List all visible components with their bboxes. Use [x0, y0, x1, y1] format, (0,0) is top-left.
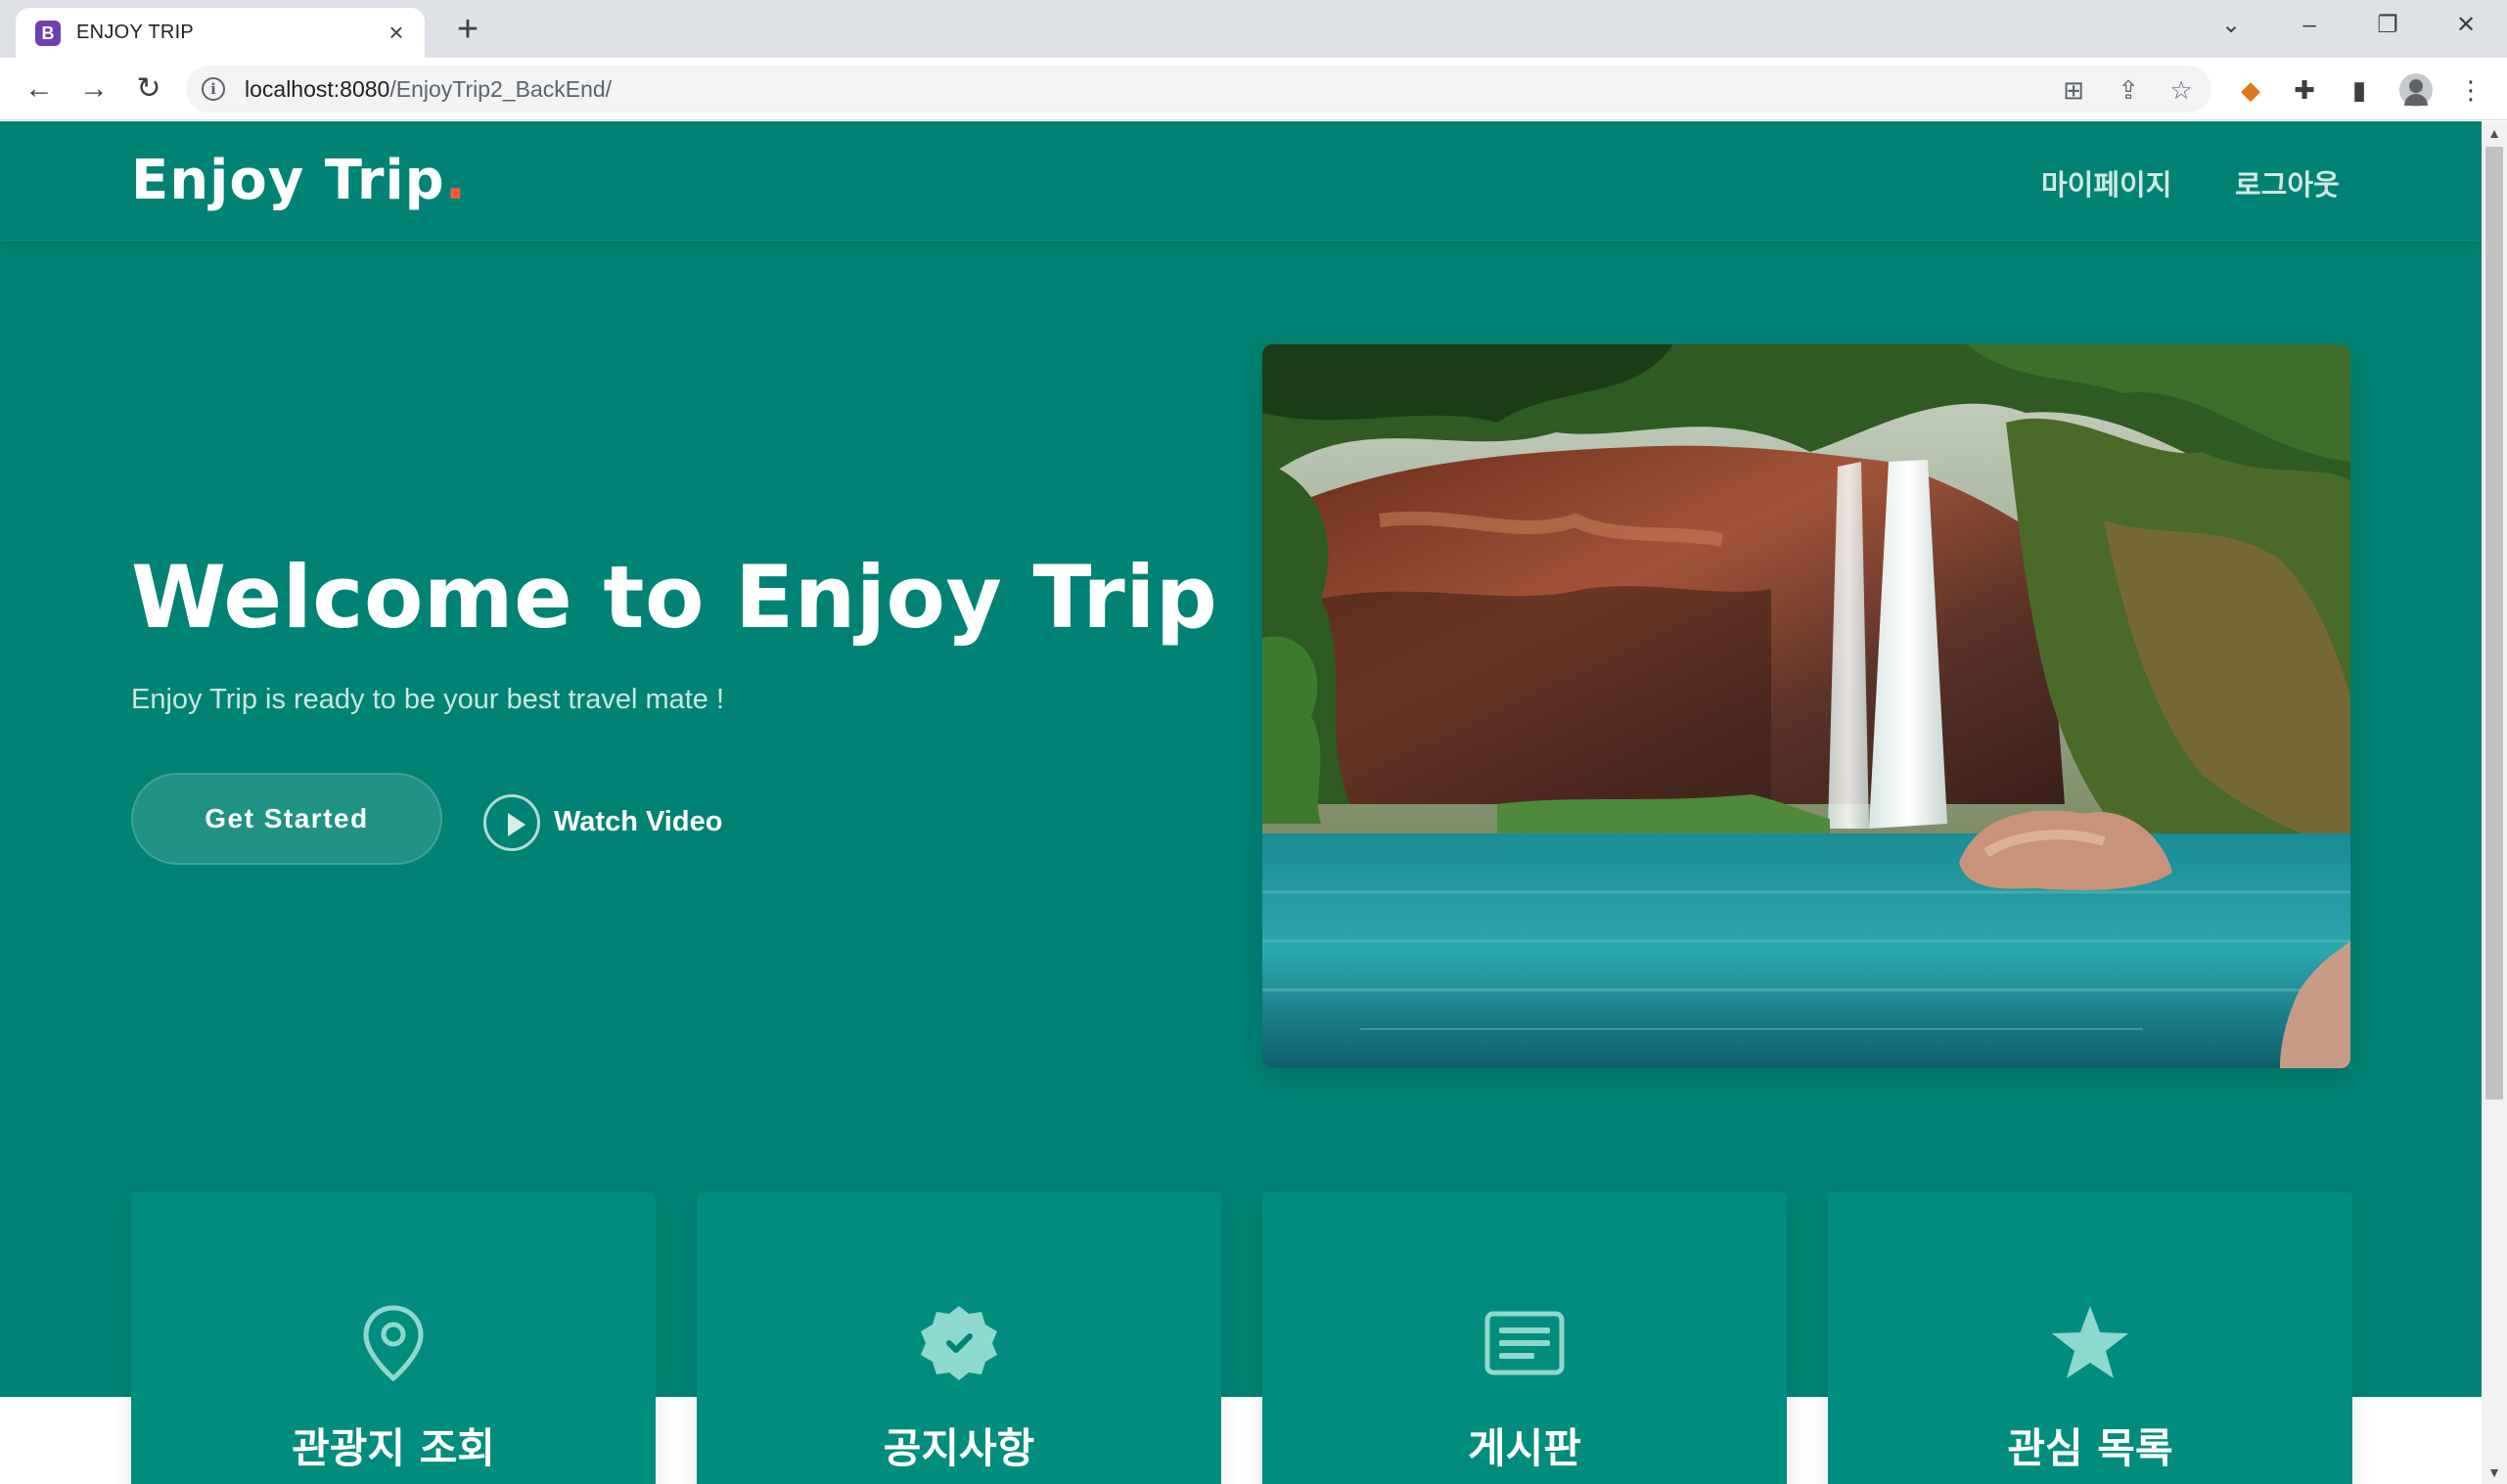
scroll-up-icon[interactable]: ▲: [2482, 121, 2507, 145]
page-viewport: Enjoy Trip. 마이페이지 로그아웃 Welcome to Enjoy …: [0, 121, 2482, 1484]
tab-title: ENJOY TRIP: [76, 22, 195, 43]
tab-search-chevron-icon[interactable]: ⌄: [2202, 4, 2260, 47]
back-arrow-icon[interactable]: ←: [20, 69, 59, 109]
board-icon: [1484, 1311, 1565, 1375]
card-favorites[interactable]: 관심 목록: [1828, 1192, 2352, 1484]
site-logo[interactable]: Enjoy Trip.: [131, 149, 467, 212]
hero-title: Welcome to Enjoy Trip: [131, 547, 1218, 648]
site-info-icon[interactable]: i: [202, 77, 225, 101]
share-icon[interactable]: ⇪: [2112, 73, 2145, 107]
card-title: 게시판: [1468, 1424, 1581, 1472]
card-notice[interactable]: 공지사항: [697, 1192, 1221, 1484]
scroll-thumb[interactable]: [2485, 147, 2503, 1100]
verified-badge-icon: [921, 1306, 997, 1380]
card-title: 공지사항: [883, 1424, 1035, 1472]
side-panel-icon[interactable]: ▮: [2343, 73, 2376, 107]
forward-arrow-icon[interactable]: →: [74, 69, 114, 109]
nav-logout[interactable]: 로그아웃: [2235, 162, 2340, 203]
card-attractions[interactable]: 관광지 조회: [131, 1192, 656, 1484]
get-started-button[interactable]: Get Started: [131, 773, 442, 865]
browser-toolbar: ← → ↻ i localhost:8080/EnjoyTrip2_BackEn…: [0, 58, 2507, 120]
play-circle-icon: [483, 794, 540, 851]
card-title: 관심 목록: [2007, 1424, 2173, 1472]
tab-close-icon[interactable]: ×: [382, 18, 411, 47]
site-header: Enjoy Trip. 마이페이지 로그아웃: [0, 121, 2482, 241]
url-text: localhost:8080/EnjoyTrip2_BackEnd/: [245, 76, 613, 102]
reload-icon[interactable]: ↻: [129, 69, 168, 109]
hero-subtitle: Enjoy Trip is ready to be your best trav…: [131, 684, 725, 715]
page-scrollbar[interactable]: ▲ ▼: [2482, 121, 2507, 1484]
star-icon: [2052, 1306, 2128, 1378]
scroll-down-icon[interactable]: ▼: [2482, 1461, 2507, 1484]
bookmark-star-icon[interactable]: ☆: [2165, 73, 2198, 107]
translate-icon[interactable]: ⊞: [2057, 73, 2090, 107]
browser-tabbar: B ENJOY TRIP × + ⌄ – ❐ ✕: [0, 0, 2507, 58]
more-menu-icon[interactable]: ⋮: [2454, 73, 2487, 107]
feature-cards: 관광지 조회 공지사항 게시판 관심 목록: [0, 1192, 2482, 1484]
metamask-fox-icon[interactable]: ◆: [2234, 73, 2267, 107]
minimize-icon[interactable]: –: [2280, 4, 2339, 47]
map-pin-icon: [363, 1305, 424, 1382]
extensions-puzzle-icon[interactable]: ✚: [2288, 73, 2321, 107]
browser-tab[interactable]: B ENJOY TRIP ×: [16, 8, 425, 58]
close-window-icon[interactable]: ✕: [2437, 4, 2495, 47]
hero-waterfall-image: [1262, 344, 2350, 1068]
bootstrap-favicon-icon: B: [35, 21, 61, 46]
new-tab-icon[interactable]: +: [448, 10, 487, 49]
address-bar[interactable]: i localhost:8080/EnjoyTrip2_BackEnd/ ⊞ ⇪…: [186, 66, 2211, 112]
nav-mypage[interactable]: 마이페이지: [2041, 162, 2171, 203]
card-board[interactable]: 게시판: [1262, 1192, 1787, 1484]
watch-video-label: Watch Video: [554, 806, 723, 837]
restore-icon[interactable]: ❐: [2358, 4, 2417, 47]
profile-avatar[interactable]: [2399, 73, 2433, 107]
card-title: 관광지 조회: [292, 1424, 495, 1472]
